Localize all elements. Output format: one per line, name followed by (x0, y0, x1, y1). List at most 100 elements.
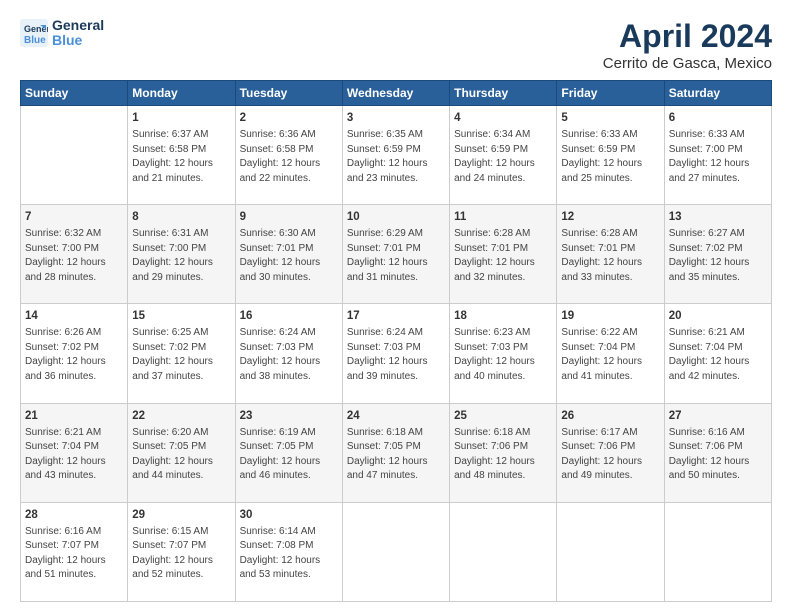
day-number: 25 (454, 408, 552, 424)
day-number: 21 (25, 408, 123, 424)
cell-week5-day0: 28 Sunrise: 6:16 AMSunset: 7:07 PMDayligh… (21, 502, 128, 601)
cell-week4-day5: 26 Sunrise: 6:17 AMSunset: 7:06 PMDayligh… (557, 403, 664, 502)
cell-week3-day6: 20 Sunrise: 6:21 AMSunset: 7:04 PMDayligh… (664, 304, 771, 403)
col-header-thursday: Thursday (450, 81, 557, 106)
day-number: 17 (347, 308, 445, 324)
day-number: 29 (132, 507, 230, 523)
calendar-table: SundayMondayTuesdayWednesdayThursdayFrid… (20, 80, 772, 602)
day-number: 8 (132, 209, 230, 225)
day-number: 26 (561, 408, 659, 424)
cell-week2-day4: 11 Sunrise: 6:28 AMSunset: 7:01 PMDayligh… (450, 205, 557, 304)
cell-content: Sunrise: 6:16 AMSunset: 7:07 PMDaylight:… (25, 525, 123, 583)
cell-content: Sunrise: 6:17 AMSunset: 7:06 PMDaylight:… (561, 426, 659, 484)
cell-content: Sunrise: 6:21 AMSunset: 7:04 PMDaylight:… (25, 426, 123, 484)
day-number: 5 (561, 110, 659, 126)
cell-week2-day1: 8 Sunrise: 6:31 AMSunset: 7:00 PMDaylight… (128, 205, 235, 304)
subtitle: Cerrito de Gasca, Mexico (603, 55, 772, 72)
day-number: 16 (240, 308, 338, 324)
main-title: April 2024 (603, 18, 772, 55)
cell-week2-day6: 13Sunrise: 6:27 AMSunset: 7:02 PMDayligh… (664, 205, 771, 304)
cell-week2-day0: 7Sunrise: 6:32 AMSunset: 7:00 PMDaylight… (21, 205, 128, 304)
day-number: 4 (454, 110, 552, 126)
cell-week1-day6: 6Sunrise: 6:33 AMSunset: 7:00 PMDaylight… (664, 106, 771, 205)
cell-week4-day1: 22 Sunrise: 6:20 AMSunset: 7:05 PMDayligh… (128, 403, 235, 502)
cell-content: Sunrise: 6:31 AMSunset: 7:00 PMDaylight:… (132, 227, 230, 285)
cell-content: Sunrise: 6:28 AMSunset: 7:01 PMDaylight:… (561, 227, 659, 285)
cell-week4-day4: 25 Sunrise: 6:18 AMSunset: 7:06 PMDayligh… (450, 403, 557, 502)
cell-content: Sunrise: 6:16 AMSunset: 7:06 PMDaylight:… (669, 426, 767, 484)
week-row-5: 28 Sunrise: 6:16 AMSunset: 7:07 PMDayligh… (21, 502, 772, 601)
cell-week5-day6 (664, 502, 771, 601)
col-header-sunday: Sunday (21, 81, 128, 106)
day-number: 28 (25, 507, 123, 523)
cell-content: Sunrise: 6:35 AMSunset: 6:59 PMDaylight:… (347, 128, 445, 186)
page: General Blue General Blue April 2024 Cer… (0, 0, 792, 612)
cell-week3-day1: 15Sunrise: 6:25 AMSunset: 7:02 PMDayligh… (128, 304, 235, 403)
cell-week2-day5: 12 Sunrise: 6:28 AMSunset: 7:01 PMDayligh… (557, 205, 664, 304)
col-header-saturday: Saturday (664, 81, 771, 106)
col-header-monday: Monday (128, 81, 235, 106)
cell-week5-day4 (450, 502, 557, 601)
cell-content: Sunrise: 6:21 AMSunset: 7:04 PMDaylight:… (669, 326, 767, 384)
column-headers: SundayMondayTuesdayWednesdayThursdayFrid… (21, 81, 772, 106)
cell-week4-day2: 23 Sunrise: 6:19 AMSunset: 7:05 PMDayligh… (235, 403, 342, 502)
header: General Blue General Blue April 2024 Cer… (20, 18, 772, 72)
cell-content: Sunrise: 6:24 AMSunset: 7:03 PMDaylight:… (347, 326, 445, 384)
cell-week5-day2: 30 Sunrise: 6:14 AMSunset: 7:08 PMDayligh… (235, 502, 342, 601)
cell-content: Sunrise: 6:37 AMSunset: 6:58 PMDaylight:… (132, 128, 230, 186)
cell-week4-day6: 27 Sunrise: 6:16 AMSunset: 7:06 PMDayligh… (664, 403, 771, 502)
cell-week1-day3: 3 Sunrise: 6:35 AMSunset: 6:59 PMDaylight… (342, 106, 449, 205)
cell-week2-day3: 10Sunrise: 6:29 AMSunset: 7:01 PMDayligh… (342, 205, 449, 304)
day-number: 2 (240, 110, 338, 126)
cell-content: Sunrise: 6:19 AMSunset: 7:05 PMDaylight:… (240, 426, 338, 484)
day-number: 23 (240, 408, 338, 424)
cell-week3-day4: 18Sunrise: 6:23 AMSunset: 7:03 PMDayligh… (450, 304, 557, 403)
cell-content: Sunrise: 6:33 AMSunset: 6:59 PMDaylight:… (561, 128, 659, 186)
day-number: 30 (240, 507, 338, 523)
cell-content: Sunrise: 6:20 AMSunset: 7:05 PMDaylight:… (132, 426, 230, 484)
svg-text:Blue: Blue (24, 35, 46, 46)
day-number: 12 (561, 209, 659, 225)
day-number: 20 (669, 308, 767, 324)
logo-blue: Blue (52, 33, 104, 48)
cell-content: Sunrise: 6:18 AMSunset: 7:06 PMDaylight:… (454, 426, 552, 484)
cell-content: Sunrise: 6:29 AMSunset: 7:01 PMDaylight:… (347, 227, 445, 285)
cell-week1-day2: 2 Sunrise: 6:36 AMSunset: 6:58 PMDaylight… (235, 106, 342, 205)
cell-content: Sunrise: 6:24 AMSunset: 7:03 PMDaylight:… (240, 326, 338, 384)
cell-content: Sunrise: 6:28 AMSunset: 7:01 PMDaylight:… (454, 227, 552, 285)
week-row-4: 21 Sunrise: 6:21 AMSunset: 7:04 PMDayligh… (21, 403, 772, 502)
day-number: 27 (669, 408, 767, 424)
cell-week1-day1: 1Sunrise: 6:37 AMSunset: 6:58 PMDaylight… (128, 106, 235, 205)
col-header-friday: Friday (557, 81, 664, 106)
cell-content: Sunrise: 6:30 AMSunset: 7:01 PMDaylight:… (240, 227, 338, 285)
cell-week1-day5: 5 Sunrise: 6:33 AMSunset: 6:59 PMDaylight… (557, 106, 664, 205)
cell-content: Sunrise: 6:36 AMSunset: 6:58 PMDaylight:… (240, 128, 338, 186)
cell-week5-day1: 29Sunrise: 6:15 AMSunset: 7:07 PMDayligh… (128, 502, 235, 601)
cell-week3-day5: 19Sunrise: 6:22 AMSunset: 7:04 PMDayligh… (557, 304, 664, 403)
day-number: 22 (132, 408, 230, 424)
col-header-wednesday: Wednesday (342, 81, 449, 106)
cell-week1-day0 (21, 106, 128, 205)
day-number: 18 (454, 308, 552, 324)
cell-content: Sunrise: 6:14 AMSunset: 7:08 PMDaylight:… (240, 525, 338, 583)
cell-content: Sunrise: 6:18 AMSunset: 7:05 PMDaylight:… (347, 426, 445, 484)
day-number: 3 (347, 110, 445, 126)
cell-week2-day2: 9Sunrise: 6:30 AMSunset: 7:01 PMDaylight… (235, 205, 342, 304)
cell-week3-day3: 17 Sunrise: 6:24 AMSunset: 7:03 PMDayligh… (342, 304, 449, 403)
cell-week4-day3: 24 Sunrise: 6:18 AMSunset: 7:05 PMDayligh… (342, 403, 449, 502)
cell-content: Sunrise: 6:32 AMSunset: 7:00 PMDaylight:… (25, 227, 123, 285)
day-number: 11 (454, 209, 552, 225)
cell-content: Sunrise: 6:27 AMSunset: 7:02 PMDaylight:… (669, 227, 767, 285)
cell-week5-day5 (557, 502, 664, 601)
day-number: 15 (132, 308, 230, 324)
week-row-3: 14Sunrise: 6:26 AMSunset: 7:02 PMDayligh… (21, 304, 772, 403)
cell-content: Sunrise: 6:33 AMSunset: 7:00 PMDaylight:… (669, 128, 767, 186)
cell-week3-day2: 16 Sunrise: 6:24 AMSunset: 7:03 PMDayligh… (235, 304, 342, 403)
day-number: 14 (25, 308, 123, 324)
cell-week3-day0: 14Sunrise: 6:26 AMSunset: 7:02 PMDayligh… (21, 304, 128, 403)
logo-general: General (52, 18, 104, 33)
day-number: 24 (347, 408, 445, 424)
logo: General Blue General Blue (20, 18, 104, 49)
week-row-2: 7Sunrise: 6:32 AMSunset: 7:00 PMDaylight… (21, 205, 772, 304)
col-header-tuesday: Tuesday (235, 81, 342, 106)
